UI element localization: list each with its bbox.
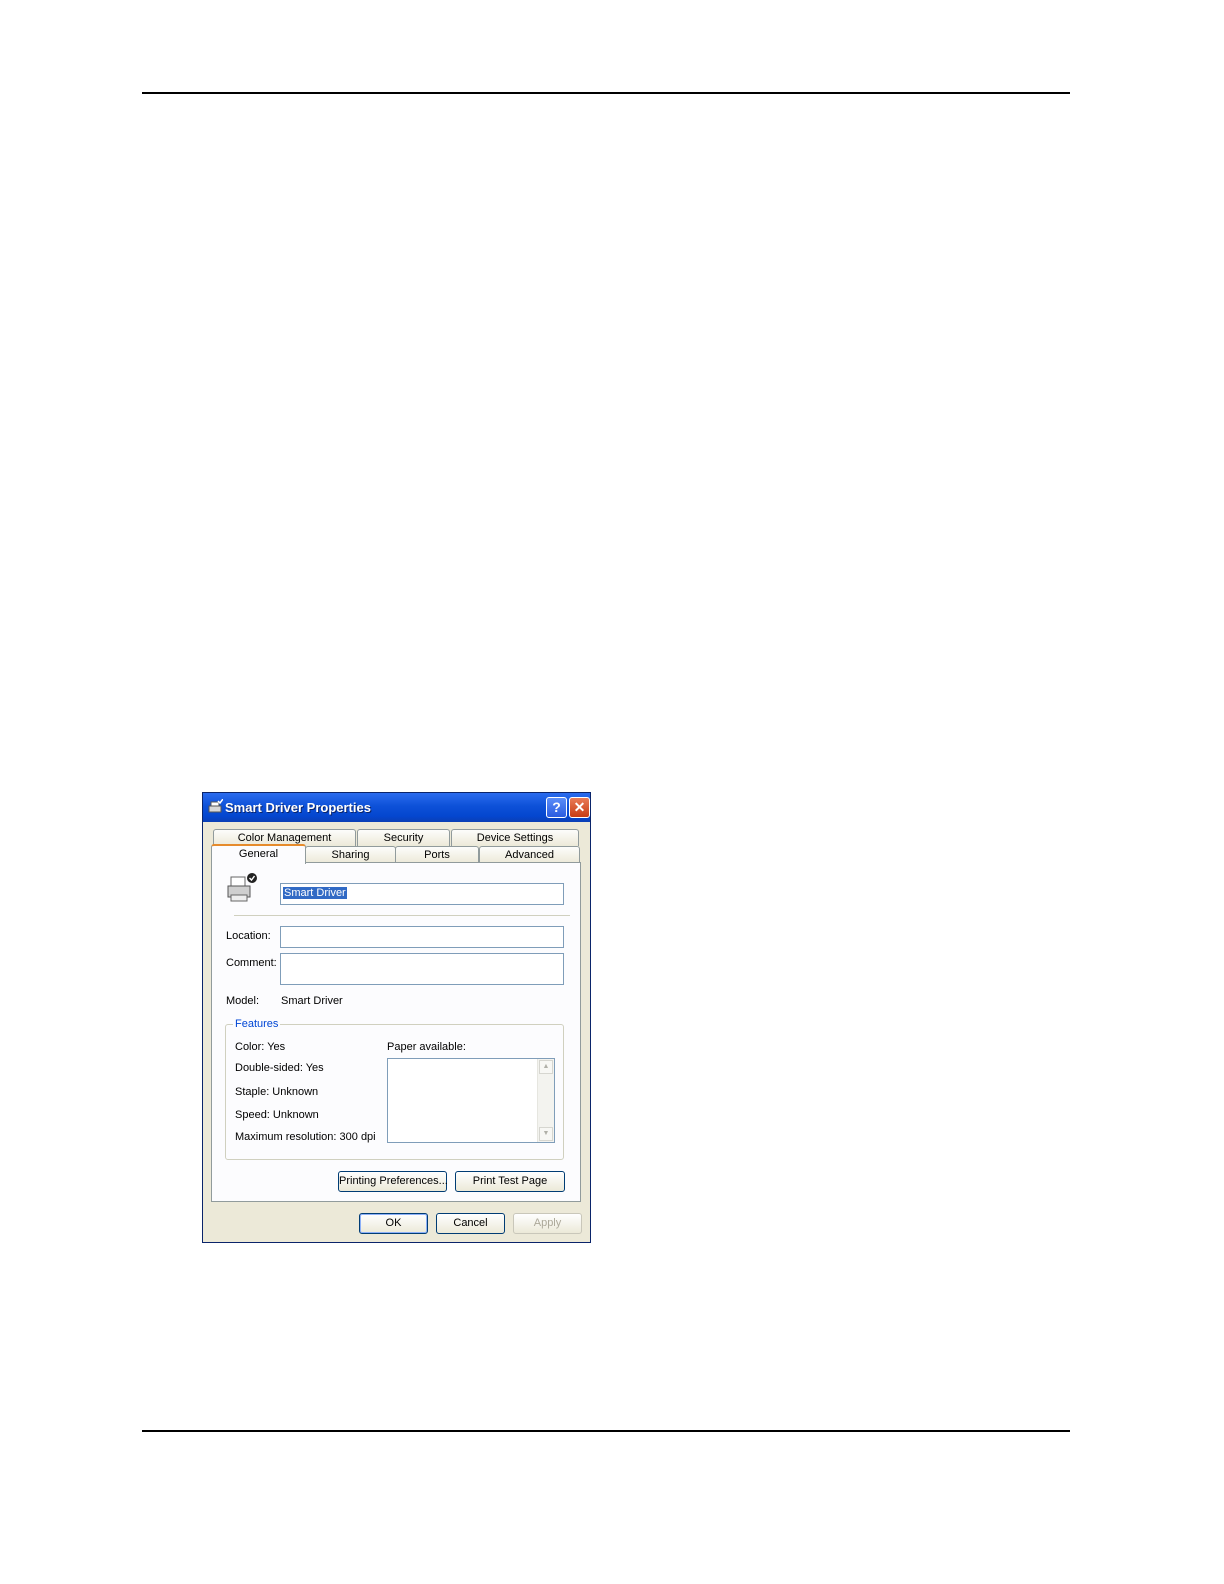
feature-double-sided: Double-sided: Yes: [235, 1062, 324, 1074]
feature-staple: Staple: Unknown: [235, 1086, 319, 1098]
printer-icon: [227, 873, 257, 902]
scroll-up-icon[interactable]: ▲: [539, 1060, 553, 1074]
ok-button[interactable]: OK: [359, 1213, 428, 1234]
printer-properties-dialog: Smart Driver Properties ? ✕ Color Manage…: [202, 792, 591, 1243]
print-test-page-button[interactable]: Print Test Page: [455, 1171, 565, 1192]
location-field[interactable]: [280, 926, 564, 948]
model-label: Model:: [226, 995, 260, 1007]
paper-available-list[interactable]: ▲ ▼: [387, 1058, 555, 1143]
feature-color: Color: Yes: [235, 1041, 286, 1053]
close-button[interactable]: ✕: [569, 797, 590, 818]
tab-sharing[interactable]: Sharing: [305, 846, 396, 863]
footer-rule: [142, 1430, 1070, 1432]
comment-field[interactable]: [280, 953, 564, 985]
help-button[interactable]: ?: [546, 797, 567, 818]
paper-available-label: Paper available:: [387, 1041, 466, 1053]
window-title: Smart Driver Properties: [225, 800, 371, 815]
list-scrollbar[interactable]: ▲ ▼: [537, 1059, 554, 1142]
tab-security[interactable]: Security: [357, 829, 450, 846]
header-rule: [142, 92, 1070, 94]
tab-ports[interactable]: Ports: [395, 846, 479, 863]
printing-preferences-button[interactable]: Printing Preferences...: [338, 1171, 448, 1192]
apply-button[interactable]: Apply: [513, 1213, 582, 1234]
feature-max-resolution: Maximum resolution: 300 dpi: [235, 1131, 376, 1143]
tab-device-settings[interactable]: Device Settings: [451, 829, 579, 846]
separator: [234, 915, 570, 916]
cancel-button[interactable]: Cancel: [436, 1213, 505, 1234]
printer-name-field[interactable]: Smart Driver: [280, 883, 564, 905]
tab-advanced[interactable]: Advanced: [479, 846, 580, 863]
printer-name-value: Smart Driver: [283, 887, 347, 899]
tab-general[interactable]: General: [211, 844, 306, 864]
model-value: Smart Driver: [281, 995, 343, 1007]
scroll-down-icon[interactable]: ▼: [539, 1127, 553, 1141]
comment-label: Comment:: [226, 957, 277, 969]
printer-icon: [208, 799, 223, 813]
location-label: Location:: [226, 930, 271, 942]
feature-speed: Speed: Unknown: [235, 1109, 319, 1121]
title-bar[interactable]: Smart Driver Properties ? ✕: [203, 793, 590, 822]
features-title: Features: [233, 1018, 281, 1030]
